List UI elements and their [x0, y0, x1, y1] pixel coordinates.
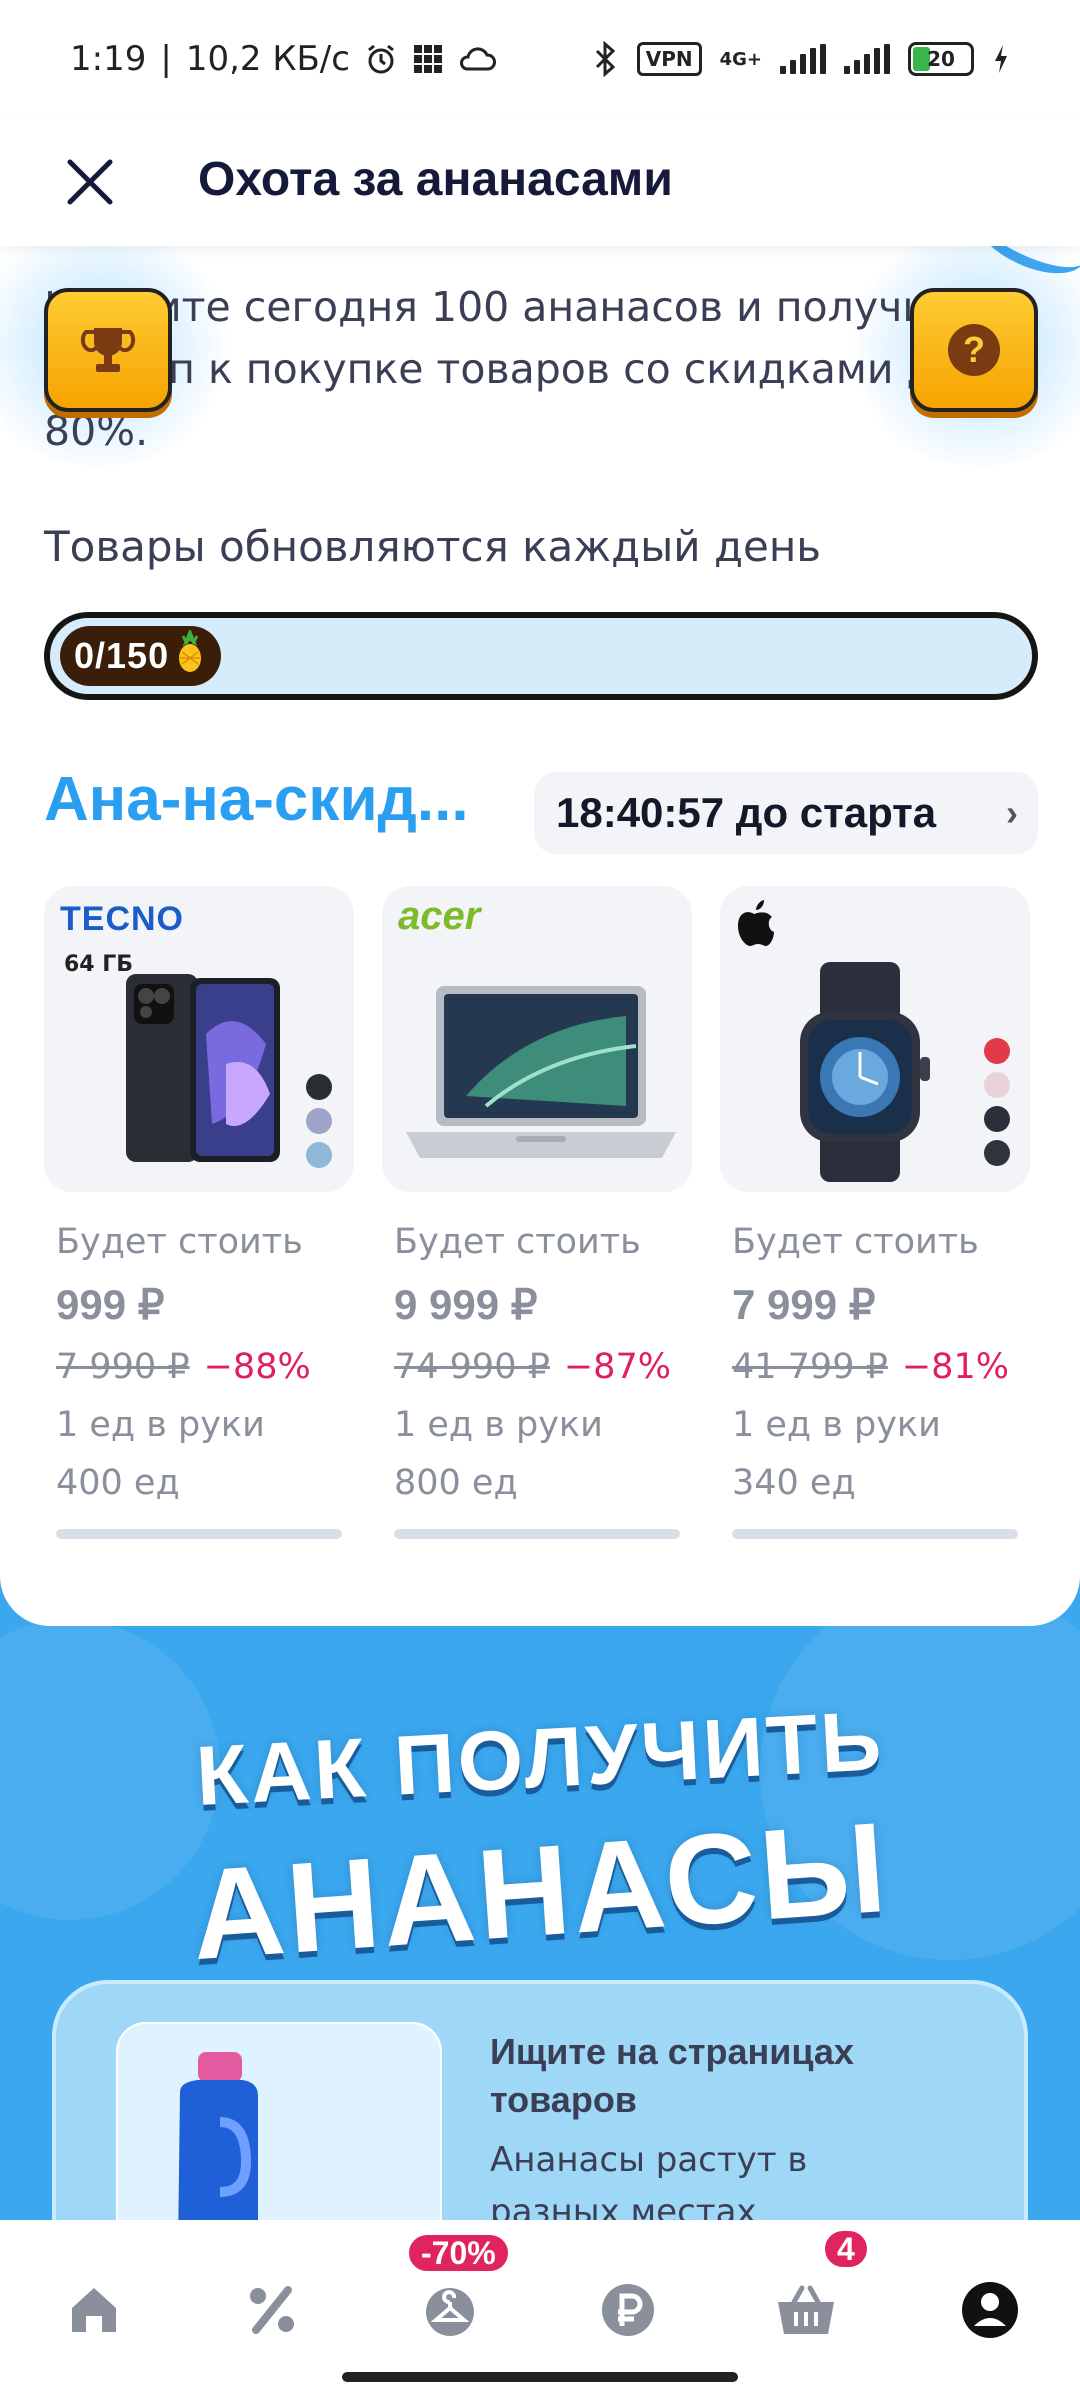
discount-badge: −88%: [203, 1347, 311, 1387]
will-cost-label: Будет стоить: [394, 1222, 641, 1262]
product-list: TECNO 64 ГБ Будет стоить 999 ₽ 7 990 ₽ −…: [44, 886, 1044, 1539]
close-button[interactable]: [48, 140, 132, 224]
pineapple-hunt-panel: Найдите сегодня 100 ананасов и получите …: [0, 246, 1080, 1626]
signal-icon: [780, 44, 826, 74]
brand-logo: TECNO: [60, 900, 184, 938]
trophy-button[interactable]: [44, 288, 172, 412]
status-speed: 10,2 КБ/с: [185, 39, 350, 79]
home-icon: [72, 2288, 116, 2332]
product-image: [720, 886, 1030, 1192]
stock-bar: [732, 1529, 1018, 1539]
progress-label: 0/150: [74, 635, 170, 676]
stock-bar: [56, 1529, 342, 1539]
app-header: Охота за ананасами: [0, 118, 1080, 246]
discount-badge: −81%: [901, 1347, 1009, 1387]
section-title: Ана-на-скид...: [44, 765, 469, 834]
stock-count: 340 ед: [732, 1463, 856, 1503]
new-price: 7 999 ₽: [732, 1281, 876, 1328]
stock-bar: [394, 1529, 680, 1539]
countdown-text: 18:40:57 до старта: [556, 789, 937, 836]
brand-logo: acer: [398, 894, 481, 938]
status-time: 1:19: [70, 39, 147, 79]
smartphone-image: [126, 974, 280, 1162]
alarm-icon: [364, 42, 398, 76]
per-person-limit: 1 ед в руки: [56, 1405, 265, 1445]
progress-label-pill: 0/150: [60, 626, 222, 686]
product-card[interactable]: TECNO 64 ГБ Будет стоить 999 ₽ 7 990 ₽ −…: [44, 886, 354, 1539]
nav-discounts[interactable]: [222, 2260, 322, 2360]
apple-logo-icon: [738, 900, 774, 946]
product-variant: 64 ГБ: [64, 952, 134, 977]
new-price: 9 999 ₽: [394, 1281, 538, 1328]
question-icon: ?: [948, 324, 1000, 376]
chevron-right-icon: ›: [1006, 792, 1018, 833]
status-separator: |: [160, 39, 172, 79]
close-icon: [67, 159, 113, 205]
product-card[interactable]: acer Будет стоить 9 999 ₽ 74 990 ₽ −87%: [382, 886, 692, 1539]
countdown-timer-button[interactable]: 18:40:57 до старта ›: [534, 772, 1038, 854]
ruble-icon: [602, 2284, 654, 2336]
battery-icon: 20: [908, 42, 974, 76]
profile-icon: [962, 2282, 1018, 2338]
promo-card-title: Ищите на страницах товаров: [490, 2031, 854, 2120]
product-image: acer: [382, 886, 692, 1192]
help-button[interactable]: ?: [910, 288, 1038, 412]
battery-level: 20: [927, 47, 955, 71]
old-price: 7 990 ₽: [56, 1347, 190, 1387]
new-price: 999 ₽: [56, 1281, 165, 1328]
pineapple-progress-bar: 0/150: [44, 612, 1038, 700]
nav-clothes[interactable]: [400, 2260, 500, 2360]
bluetooth-icon: [593, 41, 619, 77]
per-person-limit: 1 ед в руки: [394, 1405, 603, 1445]
trophy-icon: [80, 328, 136, 372]
promo-step-card: Ищите на страницах товаров Ананасы расту…: [52, 1980, 1028, 2220]
will-cost-label: Будет стоить: [732, 1222, 979, 1262]
apps-grid-icon: [412, 43, 444, 75]
laptop-image: [406, 986, 676, 1158]
how-to-get-pineapples-banner: КАК ПОЛУЧИТЬ АНАНАСЫ Ищите на страницах …: [0, 1560, 1080, 2220]
network-type: 4G+: [719, 48, 762, 70]
intro-text: Найдите сегодня 100 ананасов и получите …: [44, 283, 979, 455]
smartwatch-image: [800, 962, 930, 1182]
promo-card-description: Ананасы растут в разных местах: [490, 2140, 808, 2220]
old-price: 41 799 ₽: [732, 1347, 888, 1387]
charging-icon: [992, 43, 1010, 75]
old-price: 74 990 ₽: [394, 1347, 550, 1387]
cart-icon: [778, 2285, 834, 2334]
product-card[interactable]: Будет стоить 7 999 ₽ 41 799 ₽ −81% 1 ед …: [720, 886, 1030, 1539]
cart-count-badge: 4: [822, 2228, 870, 2270]
stock-count: 400 ед: [56, 1463, 180, 1503]
nav-home[interactable]: [44, 2260, 144, 2360]
pineapple-icon: [175, 627, 205, 683]
sale-badge: -70%: [406, 2232, 511, 2274]
detergent-bottle-image: [178, 2052, 258, 2220]
discount-badge: −87%: [563, 1347, 671, 1387]
vpn-badge: VPN: [636, 42, 702, 76]
stock-count: 800 ед: [394, 1463, 518, 1503]
home-indicator[interactable]: [342, 2372, 738, 2382]
cloud-icon: [458, 45, 496, 73]
product-image: TECNO 64 ГБ: [44, 886, 354, 1192]
status-bar: 1:19 | 10,2 КБ/с VPN 4G+ 20: [0, 0, 1080, 118]
will-cost-label: Будет стоить: [56, 1222, 303, 1262]
percent-icon: [250, 2286, 294, 2334]
nav-profile[interactable]: [940, 2260, 1040, 2360]
nav-cart[interactable]: [756, 2260, 856, 2360]
hanger-icon: [426, 2288, 474, 2336]
per-person-limit: 1 ед в руки: [732, 1405, 941, 1445]
signal-icon-2: [844, 44, 890, 74]
page-title: Охота за ананасами: [198, 153, 673, 206]
nav-finance[interactable]: [578, 2260, 678, 2360]
update-text: Товары обновляются каждый день: [44, 522, 822, 571]
